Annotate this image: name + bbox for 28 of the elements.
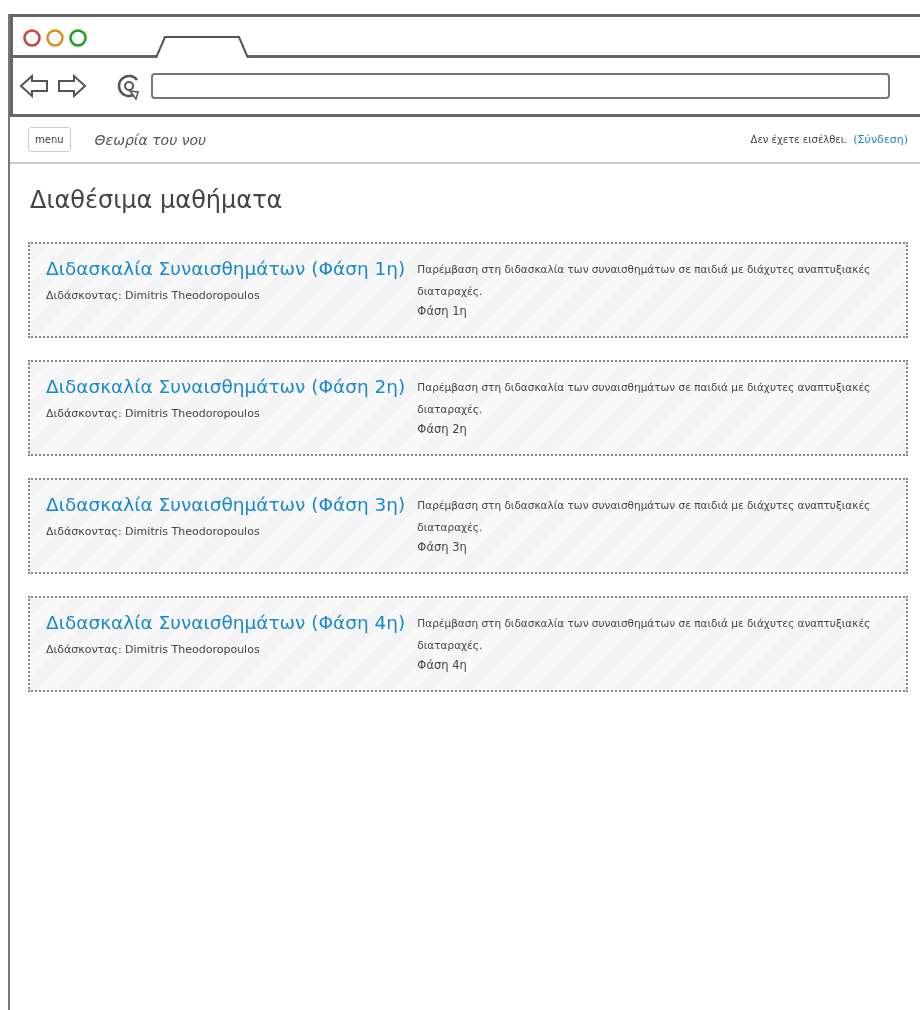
- course-phase: Φάση 2η: [417, 421, 468, 438]
- browser-tab[interactable]: [155, 36, 249, 58]
- course-description: Παρέμβαση στη διδασκαλία των συναισθημάτων σε παιδιά με διάχυτες αναπτυξιακές διαταραχές.: [417, 616, 872, 653]
- teacher-text: Διδάσκοντας: Dimitris Theodoropoulos: [46, 643, 261, 656]
- course-description: Παρέμβαση στη διδασκαλία των συναισθημάτων σε παιδιά με διάχυτες αναπτυξιακές διαταραχές.: [417, 498, 872, 535]
- course-title-link[interactable]: Διδασκαλία Συναισθημάτων (Φάση 4η): [46, 612, 406, 633]
- teacher-text: Διδάσκοντας: Dimitris Theodoropoulos: [46, 289, 261, 302]
- course-description: Παρέμβαση στη διδασκαλία των συναισθημάτων σε παιδιά με διάχυτες αναπτυξιακές διαταραχές.: [417, 380, 872, 417]
- course-phase: Φάση 4η: [417, 657, 468, 674]
- site-title[interactable]: Θεωρία του νου: [94, 131, 207, 148]
- teacher-text: Διδάσκοντας: Dimitris Theodoropoulos: [46, 407, 261, 420]
- window-control-icon[interactable]: [69, 29, 87, 47]
- course-title-link[interactable]: Διδασκαλία Συναισθημάτων (Φάση 3η): [46, 494, 406, 515]
- login-link[interactable]: (Σύνδεση): [853, 133, 908, 146]
- course-description: Παρέμβαση στη διδασκαλία των συναισθημάτων σε παιδιά με διάχυτες αναπτυξιακές διαταραχές.: [417, 262, 872, 299]
- course-phase: Φάση 3η: [417, 539, 468, 556]
- course-phase: Φάση 1η: [417, 303, 468, 320]
- teacher-text: Διδάσκοντας: Dimitris Theodoropoulos: [46, 525, 261, 538]
- window-control-icon[interactable]: [23, 29, 41, 47]
- menu-button[interactable]: menu: [28, 127, 71, 152]
- page-title: Διαθέσιμα μαθήματα: [30, 186, 284, 214]
- address-field[interactable]: [151, 73, 890, 99]
- course-title-link[interactable]: Διδασκαλία Συναισθημάτων (Φάση 2η): [46, 376, 406, 397]
- back-arrow-icon[interactable]: [19, 74, 49, 98]
- course-title-link[interactable]: Διδασκαλία Συναισθημάτων (Φάση 1η): [46, 258, 406, 279]
- login-notice: Δεν έχετε εισέλθει.: [750, 134, 848, 145]
- window-control-icon[interactable]: [46, 29, 64, 47]
- forward-arrow-icon[interactable]: [57, 74, 87, 98]
